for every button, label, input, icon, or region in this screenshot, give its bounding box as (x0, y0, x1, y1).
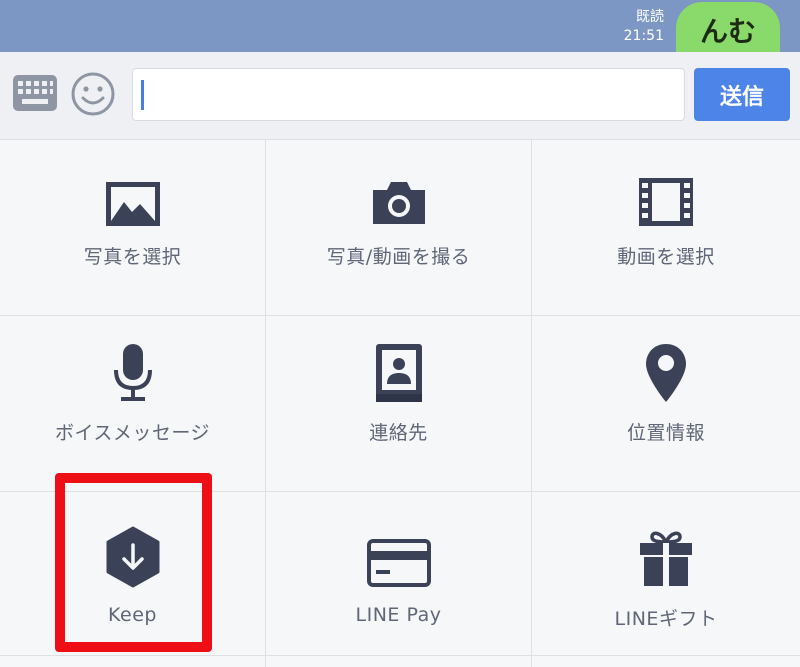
chat-area: 既読 21:51 んむ (0, 0, 800, 52)
image-icon (105, 182, 160, 226)
message-input-bar: 送信 (0, 52, 800, 140)
menu-item-location[interactable]: 位置情報 (532, 316, 800, 492)
keep-icon (106, 526, 159, 588)
contact-book-icon (375, 344, 422, 402)
attachment-menu-grid: 写真を選択 写真/動画を撮る 動画を選択 ボイスメッセージ 連絡先 位置情報 K… (0, 140, 800, 667)
menu-item-select-photo[interactable]: 写真を選択 (0, 140, 266, 316)
grid-bottom-divider (0, 655, 800, 656)
send-button[interactable]: 送信 (694, 68, 790, 121)
menu-item-label: 位置情報 (626, 422, 705, 444)
message-text-field[interactable] (132, 68, 685, 121)
menu-item-keep[interactable]: Keep (0, 492, 266, 667)
menu-item-label: 連絡先 (369, 422, 428, 444)
menu-item-label: LINEギフト (614, 608, 718, 630)
menu-item-contacts[interactable]: 連絡先 (266, 316, 532, 492)
credit-card-icon (366, 539, 431, 587)
menu-item-line-gift[interactable]: LINEギフト (532, 492, 800, 667)
menu-item-label: ボイスメッセージ (54, 422, 211, 444)
keyboard-icon[interactable] (12, 73, 58, 113)
location-pin-icon (646, 344, 686, 402)
read-label: 既読 (636, 9, 664, 25)
message-bubble[interactable]: んむ (676, 2, 780, 52)
menu-item-select-video[interactable]: 動画を選択 (532, 140, 800, 316)
menu-item-line-pay[interactable]: LINE Pay (266, 492, 532, 667)
emoji-icon[interactable] (70, 71, 116, 117)
menu-item-label: 写真を選択 (83, 246, 182, 268)
text-caret (141, 80, 144, 110)
message-time: 21:51 (623, 28, 664, 44)
gift-icon (640, 531, 692, 586)
menu-item-label: Keep (108, 604, 157, 626)
film-icon (639, 178, 693, 226)
menu-item-label: LINE Pay (355, 604, 442, 626)
menu-item-label: 動画を選択 (617, 246, 715, 268)
menu-item-voice-message[interactable]: ボイスメッセージ (0, 316, 266, 492)
read-receipt: 既読 21:51 (604, 8, 664, 46)
camera-icon (372, 182, 425, 224)
microphone-icon (113, 344, 152, 401)
menu-item-label: 写真/動画を撮る (326, 246, 471, 268)
menu-item-take-photo-video[interactable]: 写真/動画を撮る (266, 140, 532, 316)
